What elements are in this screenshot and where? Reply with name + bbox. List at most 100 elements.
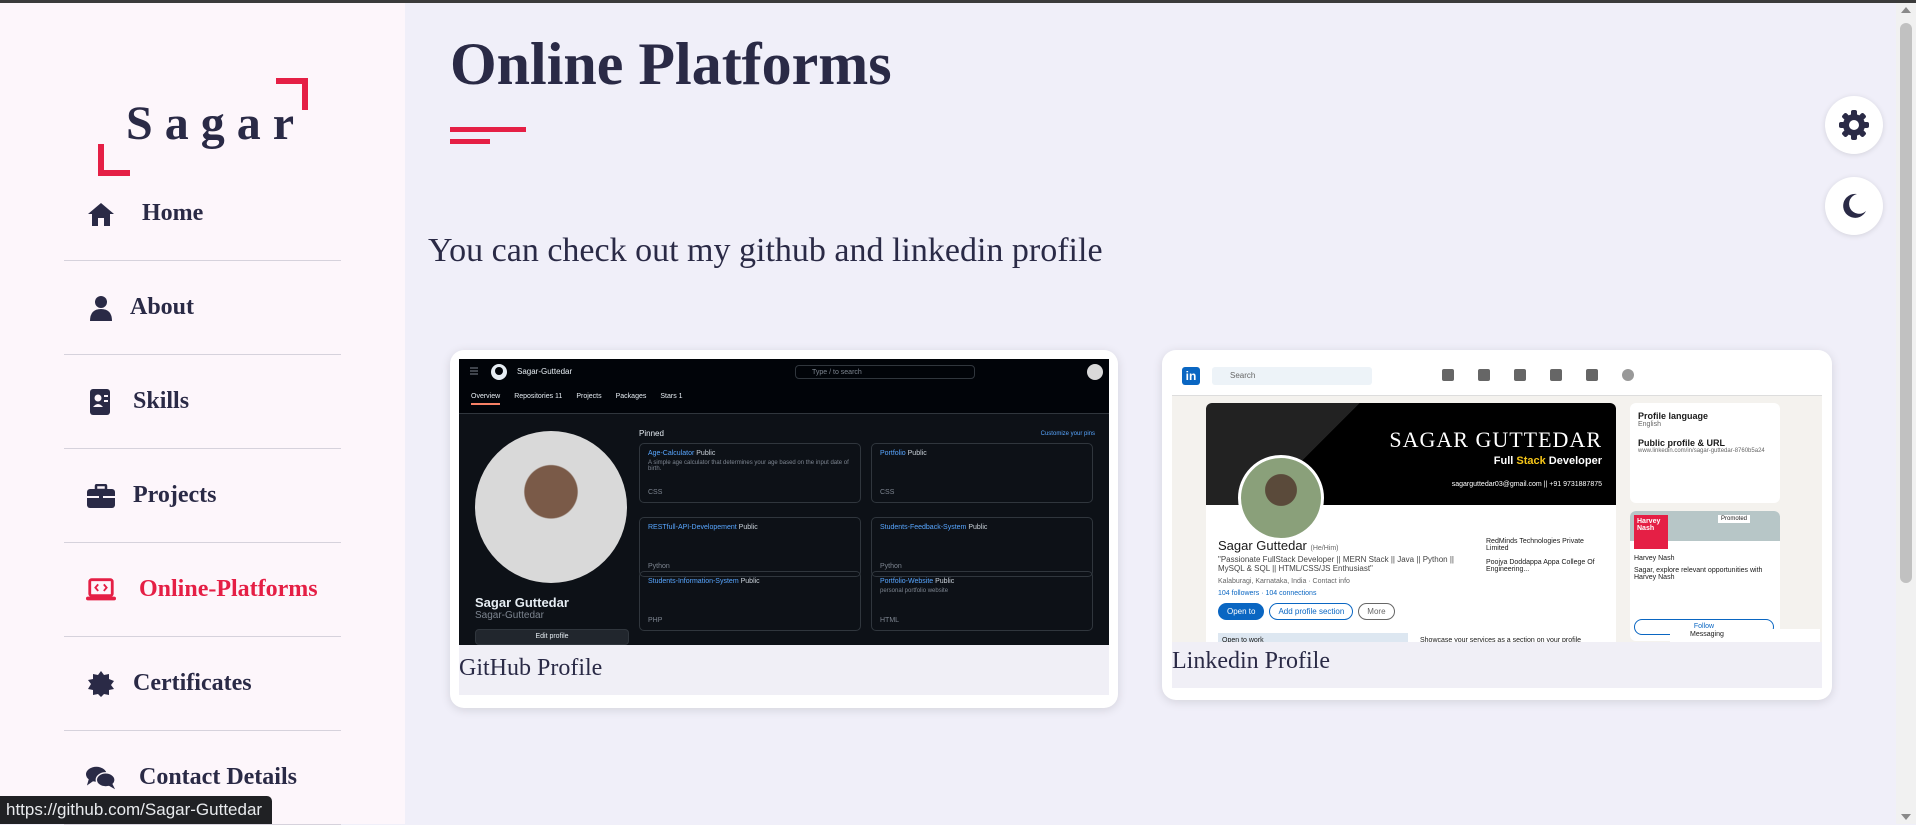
pinned-label: Pinned bbox=[639, 429, 664, 438]
sidebar-item-label: Skills bbox=[133, 388, 190, 414]
dark-mode-toggle[interactable] bbox=[1825, 177, 1883, 235]
github-display-name: Sagar Guttedar bbox=[475, 595, 569, 610]
linkedin-sidebar-settings: Profile language English Public profile … bbox=[1630, 403, 1780, 503]
repo-lang: Python bbox=[648, 563, 670, 570]
status-bar-url: https://github.com/Sagar-Guttedar bbox=[0, 796, 273, 824]
repo-card: Age-Calculator Public A simple age calcul… bbox=[639, 443, 861, 503]
tab-overview: Overview bbox=[471, 393, 501, 405]
ad-logo: Harvey Nash bbox=[1634, 515, 1668, 549]
linkedin-headline: "Passionate FullStack Developer || MERN … bbox=[1218, 555, 1455, 573]
laptop-code-icon bbox=[86, 543, 116, 636]
github-handle: Sagar-Guttedar bbox=[475, 610, 544, 621]
repo-lang: CSS bbox=[880, 489, 895, 496]
card-caption: GitHub Profile bbox=[459, 655, 603, 681]
title-underline-short bbox=[450, 139, 490, 144]
repo-card: RESTfull-API-Developement Public Python bbox=[639, 517, 861, 577]
repo-desc: A simple age calculator that determines … bbox=[648, 460, 849, 472]
github-username: Sagar-Guttedar bbox=[517, 367, 573, 376]
github-logo-icon bbox=[491, 364, 507, 380]
moon-icon bbox=[1843, 193, 1866, 218]
sidebar-item-label: Projects bbox=[133, 482, 217, 508]
repo-desc: personal portfolio website bbox=[880, 588, 949, 594]
site-logo[interactable]: Sagar bbox=[98, 76, 310, 176]
linkedin-pronoun: (He/Him) bbox=[1310, 545, 1339, 552]
page-title: Online Platforms bbox=[450, 31, 892, 97]
notifications-icon bbox=[1586, 369, 1598, 381]
repo-lang: HTML bbox=[880, 617, 900, 624]
banner-sub-c: Developer bbox=[1545, 455, 1602, 467]
card-caption: Linkedin Profile bbox=[1172, 648, 1330, 674]
edit-profile-button: Edit profile bbox=[475, 629, 629, 645]
gear-icon bbox=[1839, 110, 1869, 140]
sidebar-item-label: Certificates bbox=[133, 670, 252, 696]
banner-sub-a: Full bbox=[1493, 455, 1517, 467]
github-avatar bbox=[475, 431, 627, 583]
repo-badge: Public bbox=[738, 524, 758, 531]
linkedin-college: Poojya Doddappa Appa College Of Engineer… bbox=[1486, 559, 1595, 573]
sidebar-item-skills[interactable]: Skills bbox=[64, 355, 341, 449]
logo-text: Sagar bbox=[126, 97, 306, 150]
sidebar-item-projects[interactable]: Projects bbox=[64, 449, 341, 543]
repo-name: Portfolio bbox=[880, 450, 906, 457]
page-subtitle: You can check out my github and linkedin… bbox=[428, 232, 1103, 269]
scroll-up-arrow-icon[interactable] bbox=[1901, 7, 1911, 13]
tab-packages: Packages bbox=[615, 393, 647, 400]
sidebar-item-label: About bbox=[130, 294, 195, 320]
linkedin-nav-icons bbox=[1442, 369, 1634, 381]
network-icon bbox=[1478, 369, 1490, 381]
sidebar-item-certificates[interactable]: Certificates bbox=[64, 637, 341, 731]
title-underline bbox=[450, 127, 526, 132]
linkedin-header: in Search bbox=[1172, 359, 1822, 396]
scrollbar-thumb[interactable] bbox=[1900, 23, 1912, 583]
avatar bbox=[1622, 369, 1634, 381]
tab-repositories: Repositories 11 bbox=[514, 393, 563, 400]
open-to-work-box: Open to work bbox=[1218, 633, 1408, 642]
sidebar-item-home[interactable]: Home bbox=[64, 167, 341, 261]
public-url-title: Public profile & URL bbox=[1638, 438, 1726, 448]
sidebar-nav: Home About Skills Projects Online-Platfo… bbox=[64, 167, 341, 825]
repo-badge: Public bbox=[907, 450, 927, 457]
scroll-down-arrow-icon[interactable] bbox=[1901, 814, 1911, 820]
banner-contact: sagarguttedar03@gmail.com || +91 9731887… bbox=[1451, 481, 1602, 488]
customize-pins-link: Customize your pins bbox=[1040, 431, 1095, 437]
public-url-value: www.linkedin.com/in/sagar-guttedar-8760b… bbox=[1638, 448, 1765, 454]
linkedin-connections: 104 followers · 104 connections bbox=[1218, 590, 1317, 597]
sidebar-item-online-platforms[interactable]: Online-Platforms bbox=[64, 543, 341, 637]
settings-button[interactable] bbox=[1825, 96, 1883, 154]
repo-lang: Python bbox=[880, 563, 902, 570]
home-icon bbox=[86, 167, 116, 260]
repo-lang: PHP bbox=[648, 617, 663, 624]
tab-stars: Stars 1 bbox=[660, 393, 683, 400]
user-icon bbox=[86, 261, 116, 354]
sidebar: Sagar Home About Skills Projects Online-… bbox=[0, 3, 405, 825]
promoted-label: Promoted bbox=[1718, 515, 1751, 523]
ad-brand: Harvey Nash bbox=[1634, 555, 1675, 562]
github-screenshot: Sagar-Guttedar Type / to search Overview… bbox=[459, 359, 1109, 645]
add-section-button: Add profile section bbox=[1269, 603, 1354, 620]
repo-badge: Public bbox=[696, 450, 716, 457]
showcase-box: Showcase your services as a section on y… bbox=[1420, 637, 1582, 642]
repo-lang: CSS bbox=[648, 489, 663, 496]
profile-language-value: English bbox=[1638, 421, 1661, 428]
home-icon bbox=[1442, 369, 1454, 381]
github-profile-card[interactable]: Sagar-Guttedar Type / to search Overview… bbox=[450, 350, 1118, 708]
sidebar-item-about[interactable]: About bbox=[64, 261, 341, 355]
certificate-icon bbox=[86, 637, 116, 730]
repo-name: Portfolio-Website bbox=[880, 578, 934, 585]
open-to-button: Open to bbox=[1218, 603, 1265, 620]
repo-badge: Public bbox=[740, 578, 760, 585]
profile-language-title: Profile language bbox=[1638, 411, 1709, 421]
id-badge-icon bbox=[86, 355, 116, 448]
repo-card: Students-Feedback-System Public Python bbox=[871, 517, 1093, 577]
github-tabs: Overview Repositories 11 Projects Packag… bbox=[471, 393, 683, 405]
repo-badge: Public bbox=[968, 524, 988, 531]
more-button: More bbox=[1358, 603, 1395, 620]
repo-card: Students-Information-System Public PHP bbox=[639, 571, 861, 631]
repo-badge: Public bbox=[935, 578, 955, 585]
repo-name: RESTfull-API-Developement bbox=[648, 524, 737, 531]
linkedin-profile-card[interactable]: in Search SAGAR GUTTEDAR Full Stack Deve… bbox=[1162, 350, 1832, 700]
scrollbar[interactable] bbox=[1896, 3, 1916, 824]
github-search: Type / to search bbox=[795, 365, 975, 379]
linkedin-location: Kalaburagi, Karnataka, India · Contact i… bbox=[1218, 578, 1350, 585]
github-header: Sagar-Guttedar Type / to search Overview… bbox=[459, 359, 1109, 414]
